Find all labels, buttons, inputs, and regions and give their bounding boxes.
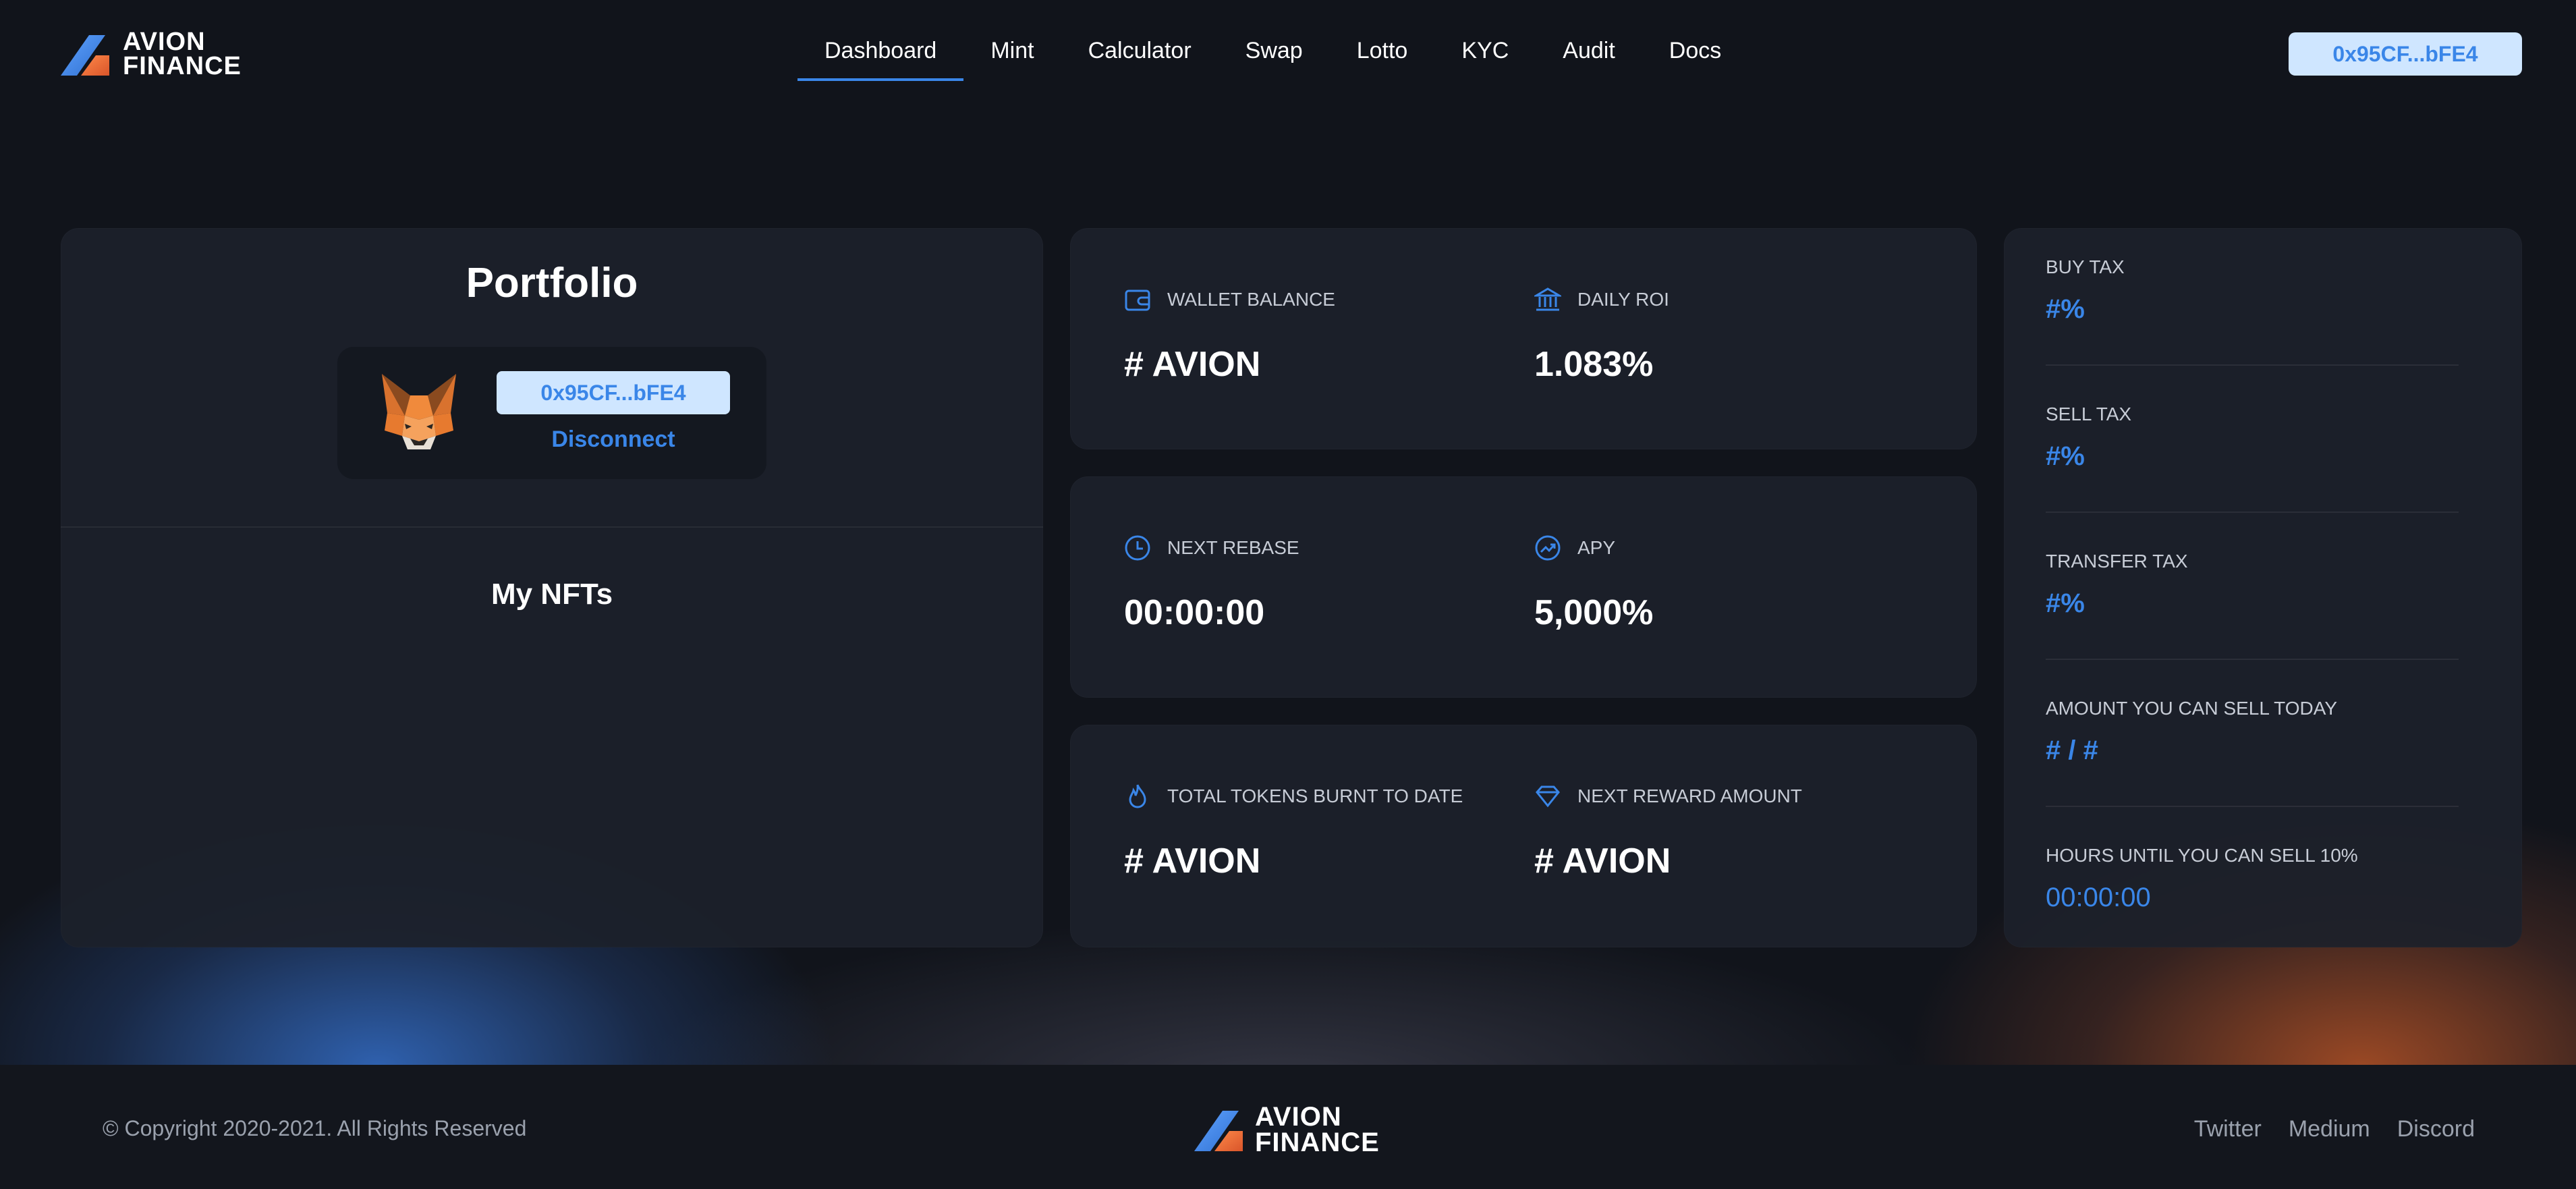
trend-icon [1535, 535, 1561, 561]
sell-tax-label: SELL TAX [2046, 404, 2132, 424]
metamask-fox-icon [382, 374, 456, 449]
page-footer: © Copyright 2020-2021. All Rights Reserv… [0, 1065, 2576, 1189]
buy-tax-label: BUY TAX [2046, 256, 2125, 277]
discord-link[interactable]: Discord [2397, 1116, 2475, 1142]
stat-label: NEXT REBASE [1167, 537, 1299, 558]
sell-today-value: # / # [2046, 736, 2098, 765]
avion-logo-icon [1194, 1111, 1243, 1151]
sell-today-row: AMOUNT YOU CAN SELL TODAY # / # [2046, 698, 2459, 766]
stat-daily-roi: DAILY ROI 1.083% [1534, 286, 1669, 385]
stat-value: 1.083% [1534, 345, 1654, 384]
hours-until-label: HOURS UNTIL YOU CAN SELL 10% [2046, 845, 2358, 866]
nav-lotto[interactable]: Lotto [1330, 26, 1435, 81]
wallet-icon [1125, 289, 1150, 311]
medium-link[interactable]: Medium [2289, 1116, 2370, 1142]
social-links: Twitter Medium Discord [2194, 1116, 2475, 1142]
avion-logo-icon [61, 35, 109, 76]
tax-divider [2046, 511, 2459, 513]
stats-card-rebase: NEXT REBASE 00:00:00 APY 5,000% [1070, 476, 1977, 698]
diamond-icon [1536, 785, 1560, 808]
clock-icon [1125, 535, 1150, 561]
stat-apy: APY 5,000% [1534, 534, 1653, 633]
nav-kyc[interactable]: KYC [1434, 26, 1536, 81]
wallet-address-button[interactable]: 0x95CF...bFE4 [2289, 32, 2522, 76]
stat-label: TOTAL TOKENS BURNT TO DATE [1167, 785, 1463, 806]
tax-info-card: BUY TAX #% SELL TAX #% TRANSFER TAX #% A… [2004, 228, 2522, 947]
hours-until-row: HOURS UNTIL YOU CAN SELL 10% 00:00:00 [2046, 845, 2459, 913]
stat-next-reward: NEXT REWARD AMOUNT # AVION [1534, 783, 1802, 881]
transfer-tax-label: TRANSFER TAX [2046, 551, 2188, 572]
transfer-tax-row: TRANSFER TAX #% [2046, 551, 2459, 619]
portfolio-title: Portfolio [466, 260, 638, 306]
sell-tax-value: #% [2046, 441, 2085, 471]
buy-tax-row: BUY TAX #% [2046, 256, 2459, 325]
stat-value: 00:00:00 [1124, 593, 1265, 632]
brand-wordmark: AVION FINANCE [123, 28, 242, 81]
nav-docs[interactable]: Docs [1642, 26, 1748, 81]
footer-logo[interactable]: AVION FINANCE [1194, 1102, 1380, 1157]
my-nfts-title: My NFTs [491, 578, 613, 611]
top-header: AVION FINANCE Dashboard Mint Calculator … [0, 0, 2576, 108]
sell-today-label: AMOUNT YOU CAN SELL TODAY [2046, 698, 2338, 719]
stat-tokens-burnt: TOTAL TOKENS BURNT TO DATE # AVION [1124, 783, 1463, 881]
flame-icon [1129, 784, 1146, 808]
stat-label: WALLET BALANCE [1167, 289, 1335, 310]
main-nav: Dashboard Mint Calculator Swap Lotto KYC… [797, 26, 1748, 81]
portfolio-wallet-address[interactable]: 0x95CF...bFE4 [497, 371, 730, 414]
nav-audit[interactable]: Audit [1536, 26, 1642, 81]
nav-calculator[interactable]: Calculator [1061, 26, 1219, 81]
transfer-tax-value: #% [2046, 588, 2085, 618]
sell-tax-row: SELL TAX #% [2046, 404, 2459, 472]
tax-divider [2046, 806, 2459, 807]
nav-mint[interactable]: Mint [963, 26, 1061, 81]
brand-logo[interactable]: AVION FINANCE [61, 28, 242, 81]
stat-value: # AVION [1124, 345, 1261, 384]
tax-divider [2046, 364, 2459, 366]
brand-wordmark: AVION FINANCE [1255, 1102, 1380, 1157]
stats-card-balance: WALLET BALANCE # AVION DAILY ROI 1.083% [1070, 228, 1977, 449]
buy-tax-value: #% [2046, 294, 2085, 324]
stats-card-rewards: TOTAL TOKENS BURNT TO DATE # AVION NEXT … [1070, 725, 1977, 947]
stat-value: # AVION [1124, 841, 1261, 881]
stat-next-rebase: NEXT REBASE 00:00:00 [1124, 534, 1299, 633]
stat-label: NEXT REWARD AMOUNT [1577, 785, 1802, 806]
stat-value: 5,000% [1534, 593, 1654, 632]
copyright-text: © Copyright 2020-2021. All Rights Reserv… [103, 1116, 527, 1140]
nav-swap[interactable]: Swap [1219, 26, 1330, 81]
hours-until-value: 00:00:00 [2046, 883, 2151, 912]
portfolio-card: Portfolio 0x95CF...bFE4 Disconnect My NF… [61, 228, 1043, 947]
stat-label: APY [1577, 537, 1616, 558]
portfolio-divider [61, 526, 1043, 528]
stat-label: DAILY ROI [1577, 289, 1669, 310]
stat-value: # AVION [1534, 841, 1671, 881]
tax-divider [2046, 659, 2459, 660]
connected-wallet-box: 0x95CF...bFE4 Disconnect [337, 347, 766, 479]
bank-icon [1534, 287, 1561, 311]
stat-wallet-balance: WALLET BALANCE # AVION [1124, 286, 1335, 385]
nav-dashboard[interactable]: Dashboard [797, 26, 964, 81]
twitter-link[interactable]: Twitter [2194, 1116, 2262, 1142]
disconnect-button[interactable]: Disconnect [497, 426, 730, 453]
